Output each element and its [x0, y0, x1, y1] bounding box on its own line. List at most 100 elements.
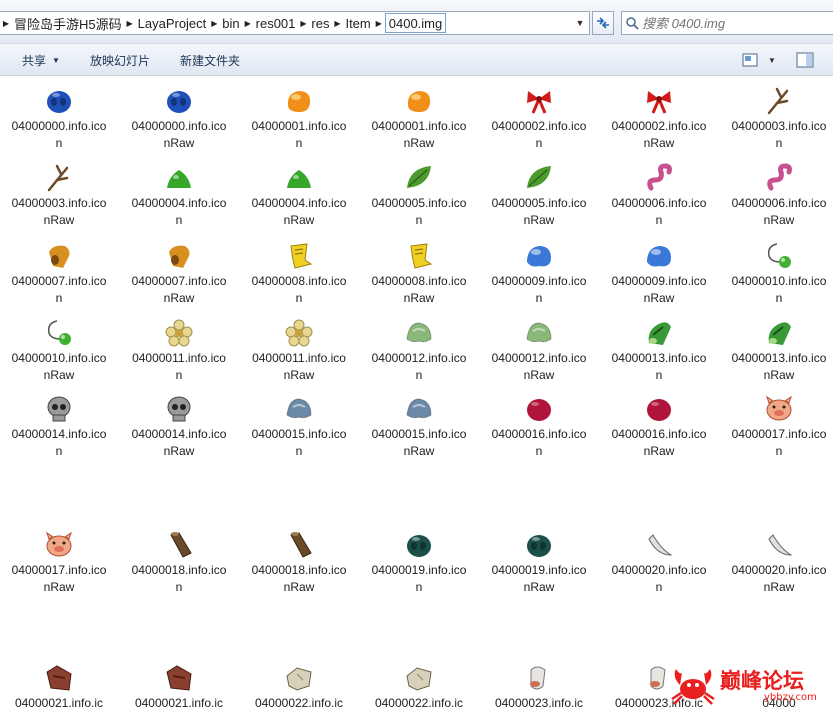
address-bar[interactable]: ▶ 冒险岛手游H5源码 ▶ LayaProject ▶ bin ▶ res001 ▶ res ▶ I…	[0, 11, 590, 35]
file-name-label: 04000010.info.iconRaw	[11, 351, 107, 382]
file-item[interactable]: 04000000.info.iconRaw	[120, 85, 238, 152]
file-item[interactable]: 04000020.info.iconRaw	[720, 529, 833, 596]
address-dropdown-icon[interactable]: ▼	[571, 12, 589, 34]
file-item[interactable]: 04000009.info.iconRaw	[600, 240, 718, 307]
crumb-arrow-icon[interactable]: ▶	[297, 12, 309, 34]
file-item[interactable]: 04000010.info.iconRaw	[0, 317, 118, 384]
crumb-arrow-icon[interactable]: ▶	[242, 12, 254, 34]
new-folder-button[interactable]: 新建文件夹	[180, 51, 240, 69]
file-name-label: 04000001.info.icon	[251, 119, 347, 150]
skull-icon	[43, 393, 75, 425]
file-item[interactable]: 04000022.info.ic	[360, 662, 478, 711]
file-item[interactable]: 04000002.info.iconRaw	[600, 85, 718, 152]
file-item[interactable]: 04000002.info.icon	[480, 85, 598, 152]
file-item[interactable]: 04000007.info.icon	[0, 240, 118, 307]
file-item[interactable]: 04000022.info.ic	[240, 662, 358, 711]
search-icon	[622, 16, 642, 30]
yellow-scroll-icon	[283, 240, 315, 272]
file-item[interactable]: 04000011.info.iconRaw	[240, 317, 358, 384]
file-name-label: 04000021.info.ic	[134, 696, 224, 710]
file-name-label: 04000019.info.iconRaw	[491, 563, 587, 594]
breadcrumb-item[interactable]: res	[309, 12, 331, 34]
file-item[interactable]: 04000005.info.icon	[360, 162, 478, 229]
file-item[interactable]: 04000012.info.icon	[360, 317, 478, 384]
green-slime-icon	[163, 162, 195, 194]
file-name-label: 04000004.info.iconRaw	[251, 196, 347, 227]
file-item[interactable]: 04000006.info.icon	[600, 162, 718, 229]
file-item[interactable]: 04000000.info.icon	[0, 85, 118, 152]
crumb-arrow-icon[interactable]: ▶	[331, 12, 343, 34]
file-item[interactable]: 04000016.info.icon	[480, 393, 598, 460]
file-item[interactable]: 04000001.info.icon	[240, 85, 358, 152]
orange-stone-icon	[403, 85, 435, 117]
preview-pane-button[interactable]	[796, 50, 814, 70]
chevron-down-icon: ▼	[768, 55, 776, 65]
file-name-label: 04000005.info.icon	[371, 196, 467, 227]
breadcrumb-item[interactable]: LayaProject	[136, 12, 209, 34]
view-options-button[interactable]: ▼	[742, 50, 776, 70]
breadcrumb-current[interactable]: 0400.img	[384, 13, 447, 33]
refresh-button[interactable]	[592, 11, 614, 35]
file-item[interactable]: 04000007.info.iconRaw	[120, 240, 238, 307]
share-button[interactable]: 共享 ▼	[22, 51, 60, 69]
file-item[interactable]: 04000008.info.iconRaw	[360, 240, 478, 307]
crumb-arrow-icon[interactable]: ▶	[124, 12, 136, 34]
crumb-arrow-icon[interactable]: ▶	[0, 12, 12, 34]
file-item[interactable]: 04000004.info.icon	[120, 162, 238, 229]
file-item[interactable]: 04000020.info.icon	[600, 529, 718, 596]
file-item[interactable]: 04000021.info.ic	[0, 662, 118, 711]
file-item[interactable]: 04000015.info.icon	[240, 393, 358, 460]
file-item[interactable]: 04000011.info.icon	[120, 317, 238, 384]
file-item[interactable]: 04000018.info.iconRaw	[240, 529, 358, 596]
file-name-label: 04000008.info.icon	[251, 274, 347, 305]
red-bow-icon	[643, 85, 675, 117]
file-item[interactable]: 04000004.info.iconRaw	[240, 162, 358, 229]
file-item[interactable]: 04000015.info.iconRaw	[360, 393, 478, 460]
search-input[interactable]	[642, 15, 822, 31]
flower-icon	[283, 317, 315, 349]
file-item[interactable]: 04000018.info.icon	[120, 529, 238, 596]
file-name-label: 04000018.info.iconRaw	[251, 563, 347, 594]
share-label: 共享	[22, 53, 47, 68]
file-item[interactable]: 04000014.info.icon	[0, 393, 118, 460]
breadcrumb-item[interactable]: 冒险岛手游H5源码	[12, 12, 124, 34]
file-item[interactable]: 04000014.info.iconRaw	[120, 393, 238, 460]
slideshow-button[interactable]: 放映幻灯片	[90, 51, 150, 69]
file-item[interactable]: 04000021.info.ic	[120, 662, 238, 711]
crumb-arrow-icon[interactable]: ▶	[373, 12, 385, 34]
twig-icon	[43, 162, 75, 194]
file-item[interactable]: 04000003.info.icon	[720, 85, 833, 152]
file-name-label: 04000022.info.ic	[374, 696, 464, 710]
file-item[interactable]: 04000013.info.icon	[600, 317, 718, 384]
search-box[interactable]	[621, 11, 833, 35]
file-item[interactable]: 04000013.info.iconRaw	[720, 317, 833, 384]
file-item[interactable]: 04000008.info.icon	[240, 240, 358, 307]
breadcrumb-item[interactable]: res001	[254, 12, 298, 34]
file-item[interactable]: 04000019.info.icon	[360, 529, 478, 596]
file-item[interactable]: 04000003.info.iconRaw	[0, 162, 118, 229]
file-item[interactable]: 04000001.info.iconRaw	[360, 85, 478, 152]
file-item[interactable]: 04000016.info.iconRaw	[600, 393, 718, 460]
breadcrumb-item[interactable]: Item	[343, 12, 372, 34]
dark-green-blob-icon	[523, 529, 555, 561]
file-item[interactable]: 04000010.info.icon	[720, 240, 833, 307]
crumb-arrow-icon[interactable]: ▶	[208, 12, 220, 34]
file-name-label: 04000000.info.iconRaw	[131, 119, 227, 150]
brown-cloth-icon	[163, 662, 195, 694]
file-item[interactable]: 04000005.info.iconRaw	[480, 162, 598, 229]
pig-face-icon	[43, 529, 75, 561]
file-name-label: 04000011.info.icon	[132, 351, 226, 382]
file-item[interactable]: 04000019.info.iconRaw	[480, 529, 598, 596]
file-name-label: 04000014.info.iconRaw	[131, 427, 227, 458]
file-item[interactable]: 04000023.info.ic	[480, 662, 598, 711]
file-item[interactable]: 04000009.info.icon	[480, 240, 598, 307]
file-name-label: 04000023.info.ic	[494, 696, 584, 710]
breadcrumb-item[interactable]: bin	[220, 12, 241, 34]
file-item[interactable]: 04000012.info.iconRaw	[480, 317, 598, 384]
orange-stone-icon	[283, 85, 315, 117]
pig-face-icon	[763, 393, 795, 425]
file-item[interactable]: 04000017.info.iconRaw	[0, 529, 118, 596]
file-item[interactable]: 04000006.info.iconRaw	[720, 162, 833, 229]
file-item[interactable]: 04000017.info.icon	[720, 393, 833, 460]
green-shell-icon	[403, 317, 435, 349]
